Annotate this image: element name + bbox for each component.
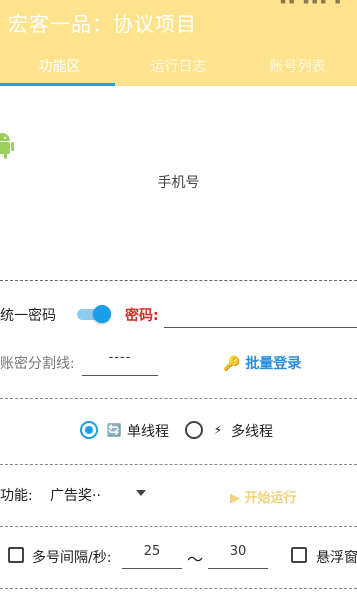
key-icon: 🔑 bbox=[223, 356, 241, 372]
floating-window-checkbox[interactable] bbox=[291, 547, 307, 563]
interval-checkbox[interactable] bbox=[8, 547, 24, 563]
section-divider bbox=[0, 588, 357, 589]
batch-login-button[interactable]: 🔑 批量登录 bbox=[223, 353, 301, 373]
interval-max-input[interactable]: 30 bbox=[208, 544, 268, 564]
function-label: 功能: bbox=[0, 488, 33, 504]
single-thread-radio[interactable] bbox=[80, 421, 98, 439]
bolt-icon: ⚡ bbox=[213, 423, 223, 437]
unified-password-label: 统一密码 bbox=[0, 308, 56, 324]
separator-input[interactable]: ---- bbox=[82, 350, 158, 372]
password-label: 密码: bbox=[125, 308, 159, 324]
android-icon bbox=[0, 133, 14, 159]
section-divider bbox=[0, 398, 357, 399]
password-input-underline bbox=[164, 327, 357, 328]
interval-min-underline bbox=[122, 568, 182, 569]
separator-label: 账密分割线: bbox=[0, 356, 75, 372]
toggle-knob bbox=[93, 305, 111, 323]
interval-min-input[interactable]: 25 bbox=[122, 544, 182, 564]
play-icon: ▶ bbox=[230, 491, 240, 506]
app-header: ▮▮ ▮▮▮ ▮ 宏客一品：协议项目 功能区 运行日志 账号列表 bbox=[0, 0, 357, 86]
phone-number-label: 手机号 bbox=[157, 175, 200, 191]
multi-thread-radio[interactable] bbox=[185, 421, 203, 439]
start-run-button[interactable]: ▶ 开始运行 bbox=[230, 487, 297, 506]
section-divider bbox=[0, 526, 357, 527]
batch-login-label: 批量登录 bbox=[245, 356, 302, 372]
interval-max-underline bbox=[208, 568, 268, 569]
phone-input-underline[interactable] bbox=[0, 280, 357, 281]
status-bar-glyphs: ▮▮ ▮▮▮ ▮ bbox=[280, 0, 343, 5]
refresh-icon: 🔄 bbox=[106, 423, 122, 437]
app-title: 宏客一品：协议项目 bbox=[8, 12, 197, 36]
start-run-label: 开始运行 bbox=[244, 491, 297, 506]
chevron-down-icon[interactable] bbox=[136, 490, 146, 496]
separator-input-underline bbox=[82, 375, 158, 376]
tab-function-area[interactable]: 功能区 bbox=[0, 56, 119, 76]
floating-window-label: 悬浮窗 bbox=[316, 550, 357, 566]
multi-thread-label[interactable]: 多线程 bbox=[231, 421, 273, 441]
section-divider bbox=[0, 464, 357, 465]
interval-label: 多号间隔/秒: bbox=[32, 550, 112, 566]
unified-password-toggle[interactable] bbox=[75, 305, 113, 323]
interval-tilde: ～ bbox=[187, 550, 204, 569]
tab-account-list[interactable]: 账号列表 bbox=[238, 56, 357, 76]
single-thread-label[interactable]: 单线程 bbox=[127, 421, 169, 441]
tab-run-log[interactable]: 运行日志 bbox=[119, 56, 238, 76]
active-tab-indicator bbox=[0, 83, 115, 86]
